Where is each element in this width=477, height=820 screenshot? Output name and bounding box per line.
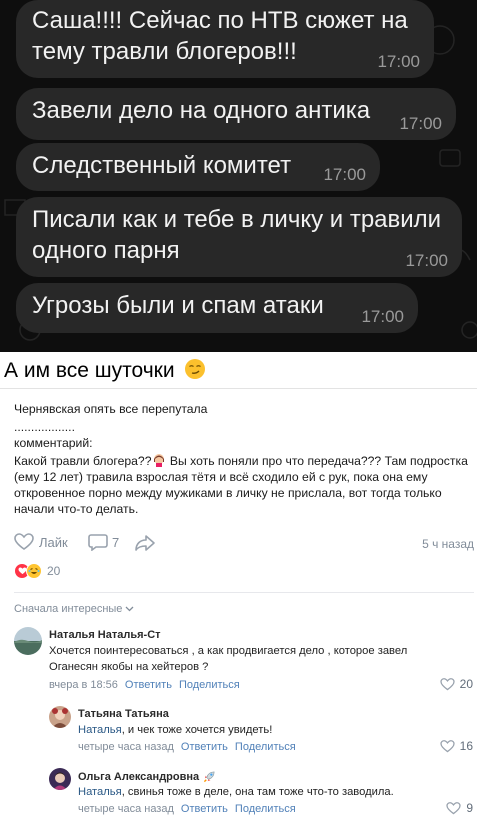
share-comment-button[interactable]: Поделиться [235, 803, 296, 815]
comment-date[interactable]: четыре часа назад [78, 741, 174, 753]
mention-link[interactable]: Наталья [78, 786, 122, 798]
comment-text-body: , свинья тоже в деле, она там тоже что-т… [121, 786, 394, 798]
laughing-reaction-icon [26, 563, 42, 579]
reply-button[interactable]: Ответить [125, 679, 172, 691]
heart-outline-icon [14, 533, 34, 550]
mention-link[interactable]: Наталья [78, 724, 122, 736]
message-text: Угрозы были и спам атаки [32, 292, 324, 319]
comment-icon [88, 534, 108, 551]
chevron-down-icon [125, 606, 134, 612]
comment-date[interactable]: четыре часа назад [78, 803, 174, 815]
comment-author[interactable]: Татьяна Татьяна [78, 708, 169, 720]
message-text: Саша!!!! Сейчас по НТВ сюжет на тему тра… [32, 7, 408, 65]
comments-sort-dropdown[interactable]: Сначала интересные [14, 603, 134, 615]
chat-message: Следственный комитет 17:00 [16, 143, 380, 191]
post-actions: Лайк 7 5 ч назад [14, 533, 474, 555]
chat-message: Саша!!!! Сейчас по НТВ сюжет на тему тра… [16, 0, 434, 78]
like-button[interactable]: Лайк [14, 533, 68, 551]
heart-outline-icon [439, 739, 455, 752]
post-body: Какой травли блогера?? Вы хоть поняли пр… [14, 453, 470, 517]
chat-screenshot: Саша!!!! Сейчас по НТВ сюжет на тему тра… [0, 0, 477, 352]
post-body-start: Какой травли блогера?? [14, 454, 152, 468]
smirk-face-icon [185, 359, 206, 379]
comment-like-count: 20 [459, 677, 473, 691]
post-line: Чернявская опять все перепутала [14, 402, 208, 416]
message-time: 17:00 [361, 307, 404, 326]
comment-text: Хочется поинтересоваться , а как продвиг… [49, 645, 408, 673]
message-time: 17:00 [405, 251, 448, 270]
comment-like-count: 9 [466, 801, 473, 815]
message-time: 17:00 [323, 165, 366, 184]
share-button[interactable] [134, 533, 156, 558]
comment-author-row: Ольга Александровна [78, 770, 216, 783]
like-label: Лайк [39, 534, 68, 550]
avatar[interactable] [49, 706, 71, 728]
reply-button[interactable]: Ответить [181, 803, 228, 815]
comment-text: Наталья, свинья тоже в деле, она там тож… [78, 784, 438, 800]
chat-message: Угрозы были и спам атаки 17:00 [16, 283, 418, 333]
avatar[interactable] [49, 768, 71, 790]
message-time: 17:00 [377, 52, 420, 71]
comment-like-button[interactable]: 9 [446, 801, 473, 815]
comment-date[interactable]: вчера в 18:56 [49, 679, 118, 691]
post-line: комментарий: [14, 436, 93, 450]
post-time[interactable]: 5 ч назад [422, 537, 474, 551]
comment-meta: четыре часа назад Ответить Поделиться [78, 803, 296, 815]
share-arrow-icon [135, 535, 155, 551]
comment-text: Наталья, и чек тоже хочется увидеть! [78, 722, 438, 738]
reactions-summary[interactable]: 20 [14, 563, 60, 579]
message-text: Писали как и тебе в личку и травили одно… [32, 206, 442, 264]
caption: А им все шуточки [4, 358, 206, 383]
comment-meta: четыре часа назад Ответить Поделиться [78, 741, 296, 753]
comment-meta: вчера в 18:56 Ответить Поделиться [49, 679, 240, 691]
rocket-icon [204, 771, 215, 783]
reactions-count: 20 [47, 564, 61, 578]
share-comment-button[interactable]: Поделиться [235, 741, 296, 753]
reply-button[interactable]: Ответить [181, 741, 228, 753]
heart-outline-icon [439, 677, 455, 690]
message-text: Следственный комитет [32, 152, 292, 179]
message-text: Завели дело на одного антика [32, 97, 371, 124]
comment-like-button[interactable]: 20 [439, 677, 473, 691]
caption-strip: А им все шуточки [0, 352, 477, 389]
chat-message: Писали как и тебе в личку и травили одно… [16, 197, 462, 277]
chat-message: Завели дело на одного антика 17:00 [16, 88, 456, 140]
comments-button[interactable]: 7 [88, 533, 119, 551]
avatar[interactable] [14, 627, 42, 655]
comments-count: 7 [112, 534, 120, 550]
comment-like-button[interactable]: 16 [439, 739, 473, 753]
woman-facepalm-icon [154, 454, 165, 467]
sort-label: Сначала интересные [14, 603, 123, 615]
message-time: 17:00 [399, 114, 442, 133]
caption-text: А им все шуточки [4, 359, 175, 382]
comment-text-body: , и чек тоже хочется увидеть! [121, 724, 273, 736]
post-line: .................. [14, 420, 75, 434]
share-comment-button[interactable]: Поделиться [179, 679, 240, 691]
heart-outline-icon [446, 801, 461, 814]
comment-author[interactable]: Наталья Наталья-Ст [49, 629, 161, 641]
divider [14, 592, 474, 593]
comment-like-count: 16 [459, 739, 473, 753]
comment-author[interactable]: Ольга Александровна [78, 771, 199, 783]
